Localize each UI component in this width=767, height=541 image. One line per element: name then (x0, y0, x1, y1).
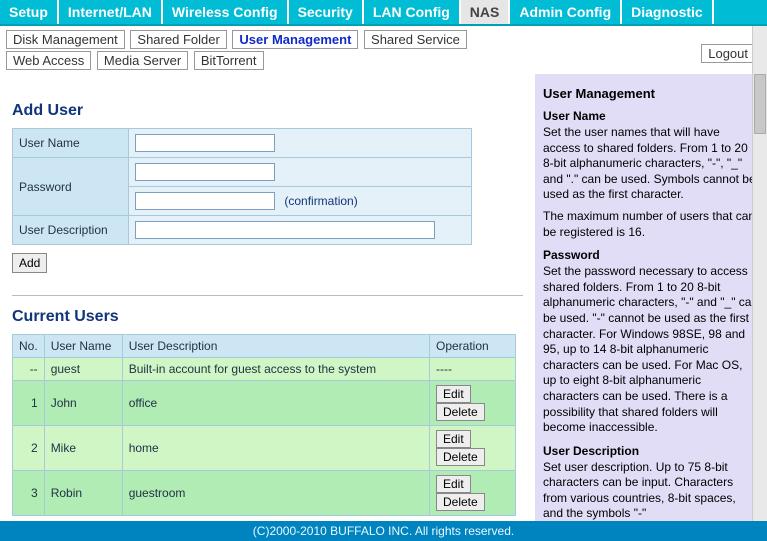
add-user-form: User Name Password (confirmation) User D… (12, 128, 472, 245)
col-username: User Name (44, 335, 122, 358)
help-panel: User Management User Name Set the user n… (535, 74, 767, 529)
cell-userdesc: guestroom (122, 471, 429, 516)
password-label: Password (13, 158, 129, 216)
top-nav: Setup Internet/LAN Wireless Config Secur… (0, 0, 767, 26)
help-userdesc-h: User Description (543, 444, 759, 458)
cell-username: Robin (44, 471, 122, 516)
add-button[interactable]: Add (12, 253, 47, 273)
delete-button[interactable]: Delete (436, 448, 485, 466)
add-user-heading: Add User (12, 102, 523, 120)
username-label: User Name (13, 129, 129, 158)
subnav-user-management[interactable]: User Management (232, 30, 358, 49)
subnav-web-access[interactable]: Web Access (6, 51, 91, 70)
userdesc-input[interactable] (135, 221, 435, 239)
help-password-h: Password (543, 248, 759, 262)
help-userdesc-p: Set user description. Up to 75 8-bit cha… (543, 460, 759, 522)
userdesc-label: User Description (13, 216, 129, 245)
scrollbar[interactable] (752, 26, 767, 523)
subnav-disk-management[interactable]: Disk Management (6, 30, 125, 49)
cell-username: guest (44, 358, 122, 381)
confirmation-label: (confirmation) (284, 194, 357, 208)
cell-username: Mike (44, 426, 122, 471)
help-username-p2: The maximum number of users that can be … (543, 209, 759, 240)
table-row: 1JohnofficeEditDelete (13, 381, 516, 426)
topnav-diagnostic[interactable]: Diagnostic (622, 0, 714, 24)
cell-userdesc: Built-in account for guest access to the… (122, 358, 429, 381)
users-table: No. User Name User Description Operation… (12, 334, 516, 516)
col-operation: Operation (430, 335, 516, 358)
cell-operation: ---- (430, 358, 516, 381)
help-username-h: User Name (543, 109, 759, 123)
subnav-media-server[interactable]: Media Server (97, 51, 188, 70)
help-password-p: Set the password necessary to access sha… (543, 264, 759, 436)
cell-userdesc: home (122, 426, 429, 471)
subnav-bittorrent[interactable]: BitTorrent (194, 51, 264, 70)
cell-no: 1 (13, 381, 45, 426)
password-confirm-input[interactable] (135, 192, 275, 210)
cell-operation: EditDelete (430, 426, 516, 471)
topnav-nas[interactable]: NAS (461, 0, 511, 24)
edit-button[interactable]: Edit (436, 475, 471, 493)
cell-operation: EditDelete (430, 381, 516, 426)
topnav-setup[interactable]: Setup (0, 0, 59, 24)
cell-operation: EditDelete (430, 471, 516, 516)
logout-link[interactable]: Logout (701, 44, 755, 63)
cell-userdesc: office (122, 381, 429, 426)
topnav-security[interactable]: Security (289, 0, 364, 24)
topnav-lan-config[interactable]: LAN Config (364, 0, 461, 24)
scrollbar-thumb[interactable] (754, 74, 766, 134)
separator (12, 295, 523, 296)
topnav-wireless-config[interactable]: Wireless Config (163, 0, 289, 24)
col-userdesc: User Description (122, 335, 429, 358)
delete-button[interactable]: Delete (436, 493, 485, 511)
cell-no: 2 (13, 426, 45, 471)
footer: (C)2000-2010 BUFFALO INC. All rights res… (0, 521, 767, 541)
help-username-p1: Set the user names that will have access… (543, 125, 759, 203)
topnav-admin-config[interactable]: Admin Config (510, 0, 622, 24)
cell-no: 3 (13, 471, 45, 516)
username-input[interactable] (135, 134, 275, 152)
table-row: 2MikehomeEditDelete (13, 426, 516, 471)
help-title: User Management (543, 86, 759, 101)
main-panel: Add User User Name Password (confirmatio… (0, 74, 535, 529)
current-users-heading: Current Users (12, 308, 523, 326)
cell-no: -- (13, 358, 45, 381)
edit-button[interactable]: Edit (436, 430, 471, 448)
subnav-shared-folder[interactable]: Shared Folder (130, 30, 226, 49)
table-row: 3RobinguestroomEditDelete (13, 471, 516, 516)
table-row: --guestBuilt-in account for guest access… (13, 358, 516, 381)
col-no: No. (13, 335, 45, 358)
password-input[interactable] (135, 163, 275, 181)
delete-button[interactable]: Delete (436, 403, 485, 421)
cell-username: John (44, 381, 122, 426)
sub-nav: Disk Management Shared Folder User Manag… (0, 26, 767, 74)
subnav-shared-service[interactable]: Shared Service (364, 30, 467, 49)
edit-button[interactable]: Edit (436, 385, 471, 403)
topnav-internet-lan[interactable]: Internet/LAN (59, 0, 163, 24)
